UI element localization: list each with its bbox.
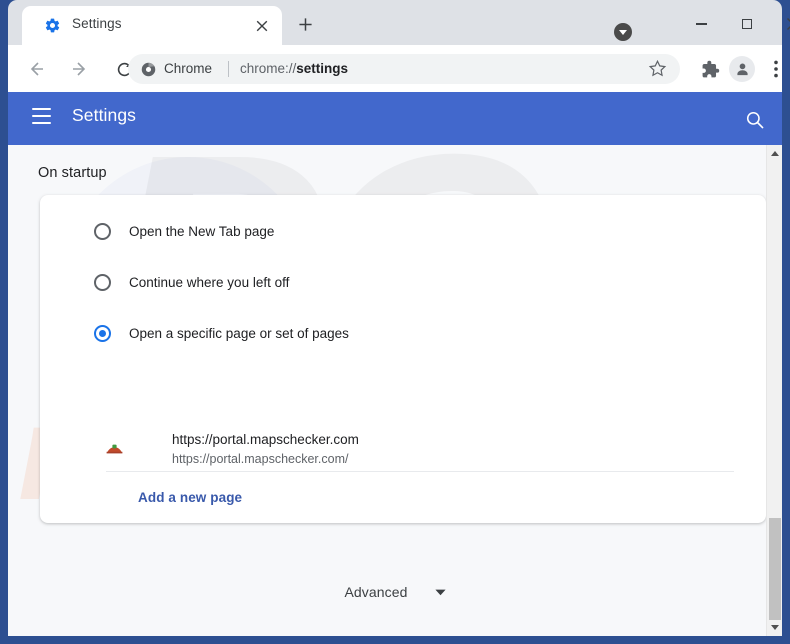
close-window-button[interactable] (770, 8, 790, 40)
omnibox-url-prefix: chrome:// (240, 61, 296, 76)
startup-option-label: Open the New Tab page (129, 224, 274, 239)
browser-toolbar: Chrome chrome://settings (8, 45, 782, 92)
add-new-page-link[interactable]: Add a new page (138, 490, 242, 505)
close-icon (786, 17, 790, 31)
radio-continue[interactable] (94, 274, 111, 291)
vertical-scrollbar[interactable] (766, 145, 782, 636)
gear-icon (44, 17, 61, 34)
triangle-up-icon (771, 151, 779, 156)
omnibox-chip-label: Chrome (164, 61, 212, 76)
startup-page-row[interactable]: https://portal.mapschecker.com https://p… (40, 408, 766, 470)
omnibox-url-page: settings (296, 61, 348, 76)
minimize-icon (696, 23, 707, 25)
section-title: On startup (38, 165, 107, 181)
browser-menu-button[interactable] (760, 53, 790, 85)
add-new-page-row[interactable]: Add a new page (40, 472, 766, 523)
plus-icon (298, 17, 313, 32)
star-icon[interactable] (648, 59, 670, 81)
startup-option-specific-pages[interactable]: Open a specific page or set of pages (40, 308, 766, 359)
tab-strip: Settings (8, 0, 782, 45)
startup-option-new-tab[interactable]: Open the New Tab page (40, 206, 766, 257)
advanced-toggle[interactable]: Advanced (8, 577, 782, 607)
address-bar[interactable]: Chrome chrome://settings (128, 54, 680, 84)
scroll-down-button[interactable] (767, 619, 782, 636)
forward-button[interactable] (64, 53, 96, 85)
back-button[interactable] (20, 53, 52, 85)
puzzle-piece-icon (701, 60, 720, 79)
three-dot-menu-icon[interactable] (746, 441, 766, 467)
settings-header: Settings (8, 92, 782, 145)
hamburger-menu-icon[interactable] (32, 108, 54, 128)
chevron-down-icon (435, 583, 446, 601)
startup-card: Open the New Tab page Continue where you… (40, 195, 766, 523)
startup-option-label: Continue where you left off (129, 275, 289, 290)
arrow-right-icon (70, 59, 90, 79)
person-avatar-icon (734, 61, 751, 78)
triangle-down-icon (771, 625, 779, 630)
maximize-icon (742, 19, 752, 29)
minimize-button[interactable] (678, 8, 724, 40)
omnibox-separator (228, 61, 229, 77)
download-chevron-icon[interactable] (613, 22, 633, 42)
three-dot-menu-icon (774, 60, 778, 78)
extensions-button[interactable] (694, 53, 726, 85)
startup-option-continue[interactable]: Continue where you left off (40, 257, 766, 308)
radio-specific-pages[interactable] (94, 325, 111, 342)
search-icon[interactable] (741, 106, 769, 134)
startup-page-title: https://portal.mapschecker.com (172, 432, 359, 447)
maximize-button[interactable] (724, 8, 770, 40)
tab-title: Settings (72, 16, 122, 31)
startup-option-label: Open a specific page or set of pages (129, 326, 349, 341)
omnibox-url: chrome://settings (240, 61, 348, 76)
new-tab-button[interactable] (290, 9, 320, 39)
close-icon[interactable] (252, 16, 272, 36)
site-favicon-icon (106, 441, 123, 455)
profile-button[interactable] (726, 53, 758, 85)
tab-settings[interactable]: Settings (22, 6, 282, 45)
scroll-up-button[interactable] (767, 145, 782, 162)
browser-window: Settings (0, 0, 790, 644)
settings-content: PC risk.com On startup Open the New Tab … (8, 145, 782, 636)
scrollbar-thumb[interactable] (769, 518, 781, 620)
advanced-label: Advanced (344, 584, 407, 600)
page-title: Settings (72, 105, 136, 126)
radio-new-tab[interactable] (94, 223, 111, 240)
startup-page-url: https://portal.mapschecker.com/ (172, 452, 348, 466)
arrow-left-icon (26, 59, 46, 79)
chrome-logo-icon (141, 62, 156, 77)
